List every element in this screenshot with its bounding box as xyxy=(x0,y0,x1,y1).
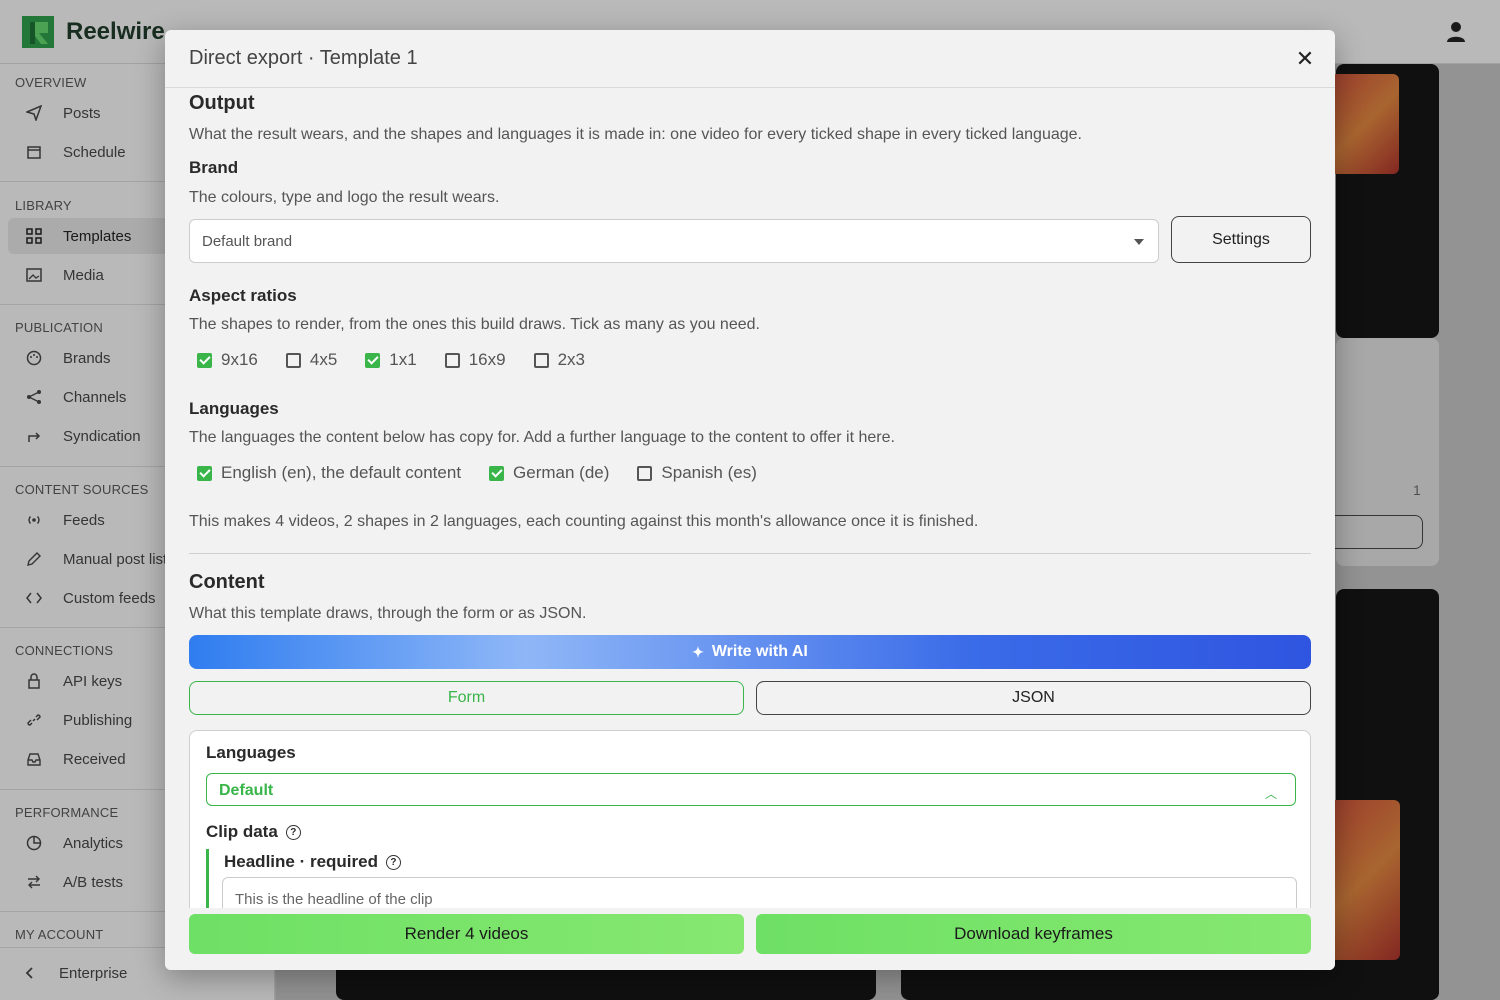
checkbox-checked[interactable] xyxy=(365,352,381,368)
checkbox-checked[interactable] xyxy=(197,465,212,481)
checkbox-checked[interactable] xyxy=(197,352,212,368)
aspect-option-4x5[interactable]: 4x5 xyxy=(285,350,337,370)
tab-json[interactable]: JSON xyxy=(756,681,1311,715)
direct-export-dialog: Direct export · Template 1 ✕ Output What… xyxy=(165,30,1335,970)
language-options: English (en), the default content German… xyxy=(197,463,785,483)
dialog-title: Direct export · Template 1 xyxy=(189,47,418,69)
write-with-ai-button[interactable]: ✦ Write with AI xyxy=(189,635,1311,669)
checkbox[interactable] xyxy=(533,352,549,368)
tab-form[interactable]: Form xyxy=(189,681,744,715)
checkbox[interactable] xyxy=(285,352,301,368)
language-option-en[interactable]: English (en), the default content xyxy=(197,463,461,483)
language-option-es[interactable]: Spanish (es) xyxy=(637,463,757,483)
output-heading: Output xyxy=(189,92,255,114)
dialog-header: Direct export · Template 1 ✕ xyxy=(165,30,1335,88)
aspect-ratio-options: 9x16 4x5 1x1 16x9 2x3 xyxy=(197,350,613,370)
clip-data-label: Clip data? xyxy=(206,822,301,842)
aspect-option-2x3[interactable]: 2x3 xyxy=(533,350,585,370)
languages-heading: Languages xyxy=(189,399,279,418)
form-languages-label: Languages xyxy=(206,743,296,762)
checkbox-checked[interactable] xyxy=(489,465,505,481)
download-keyframes-button[interactable]: Download keyframes xyxy=(756,914,1311,954)
headline-label: Headline · required? xyxy=(224,852,401,872)
aspect-ratios-heading: Aspect ratios xyxy=(189,286,297,305)
language-option-de[interactable]: German (de) xyxy=(489,463,609,483)
brand-description: The colours, type and logo the result we… xyxy=(189,189,500,206)
chevron-up-icon: ︿ xyxy=(1264,787,1277,801)
aspect-ratios-description: The shapes to render, from the ones this… xyxy=(189,316,760,333)
checkbox[interactable] xyxy=(444,352,460,368)
content-description: What this template draws, through the fo… xyxy=(189,605,587,622)
brand-select-value: Default brand xyxy=(202,233,293,250)
close-icon[interactable]: ✕ xyxy=(1294,48,1316,70)
language-select[interactable]: Default ︿ xyxy=(206,773,1296,806)
help-icon[interactable]: ? xyxy=(285,825,301,841)
brand-settings-button[interactable]: Settings xyxy=(1171,216,1311,263)
render-summary: This makes 4 videos, 2 shapes in 2 langu… xyxy=(189,513,979,530)
aspect-option-1x1[interactable]: 1x1 xyxy=(365,350,417,370)
languages-description: The languages the content below has copy… xyxy=(189,429,895,446)
help-icon[interactable]: ? xyxy=(385,855,401,871)
language-select-value: Default xyxy=(219,782,274,799)
aspect-option-16x9[interactable]: 16x9 xyxy=(444,350,506,370)
checkbox[interactable] xyxy=(637,465,653,481)
chevron-down-icon xyxy=(1134,239,1144,245)
content-heading: Content xyxy=(189,571,265,593)
render-videos-button[interactable]: Render 4 videos xyxy=(189,914,744,954)
divider xyxy=(189,553,1311,554)
brand-select[interactable]: Default brand xyxy=(189,219,1159,263)
brand-heading: Brand xyxy=(189,158,239,177)
sparkle-icon: ✦ xyxy=(692,643,704,660)
output-description: What the result wears, and the shapes an… xyxy=(189,126,1082,143)
aspect-option-9x16[interactable]: 9x16 xyxy=(197,350,258,370)
